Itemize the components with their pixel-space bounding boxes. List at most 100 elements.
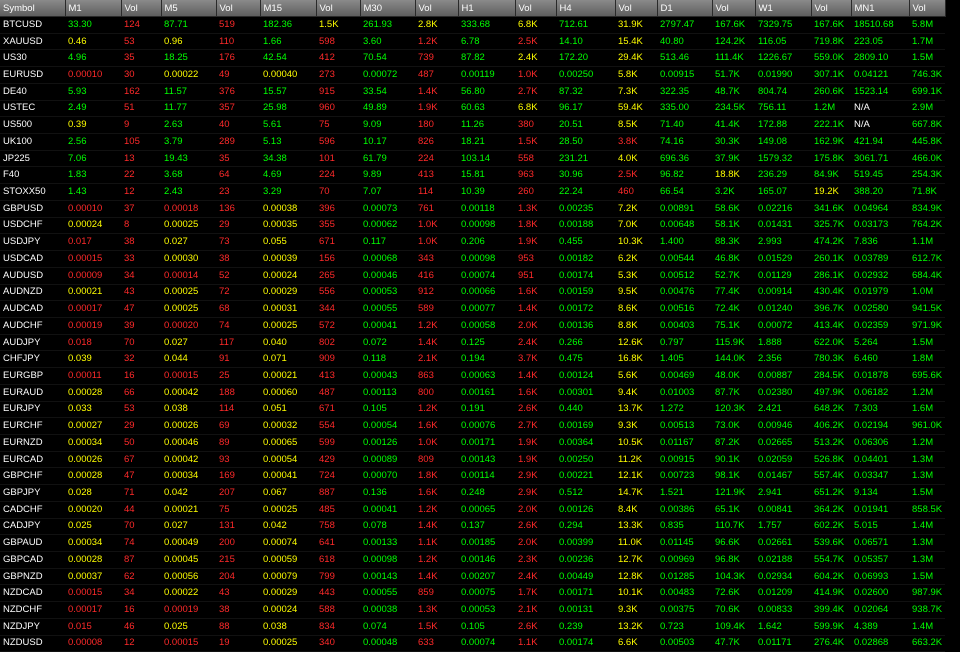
table-row[interactable]: AUDUSD 0.00009 34 0.00014 52 0.00024 265 0.0004… [0, 267, 945, 285]
symbol-cell[interactable]: USDJPY [0, 233, 65, 252]
column-header-6[interactable]: Vol [316, 0, 361, 17]
table-row[interactable]: EURGBP 0.00011 16 0.00015 25 0.00021 413 0.0004… [0, 367, 945, 385]
table-row[interactable]: GBPUSD 0.00010 37 0.00018 136 0.00038 396 0.000… [0, 200, 945, 218]
table-row[interactable]: NZDUSD 0.00008 12 0.00015 19 0.00025 340 0.0004… [0, 635, 945, 652]
table-row[interactable]: AUDNZD 0.00021 43 0.00025 72 0.00029 556 0.0005… [0, 284, 945, 302]
symbol-cell[interactable]: AUDCHF [0, 317, 65, 335]
table-row[interactable]: F40 1.83 22 3.68 64 4.69 224 9.89 413 15.81 963 30.… [0, 166, 945, 185]
symbol-cell[interactable]: US30 [0, 49, 65, 68]
column-header-9[interactable]: H1 [458, 0, 516, 17]
column-header-5[interactable]: M15 [260, 0, 317, 17]
symbol-cell[interactable]: GBPCHF [0, 467, 65, 486]
column-header-1[interactable]: M1 [65, 0, 122, 17]
symbol-cell[interactable]: AUDUSD [0, 267, 65, 285]
table-row[interactable]: EURUSD 0.00010 30 0.00022 49 0.00040 273 0.0007… [0, 66, 945, 84]
table-row[interactable]: DE40 5.93 162 11.57 376 15.57 915 33.54 1.4K 56.8… [0, 83, 945, 101]
symbol-cell[interactable]: EURCAD [0, 451, 65, 469]
column-header-12[interactable]: Vol [615, 0, 658, 17]
symbol-cell[interactable]: JP225 [0, 150, 65, 168]
symbol-cell[interactable]: CHFJPY [0, 350, 65, 369]
symbol-cell[interactable]: XAUUSD [0, 33, 65, 51]
symbol-cell[interactable]: GBPAUD [0, 534, 65, 552]
column-header-8[interactable]: Vol [415, 0, 459, 17]
volume-cell: 8.5K [615, 116, 657, 135]
symbol-cell[interactable]: EURCHF [0, 417, 65, 435]
symbol-cell[interactable]: USDCHF [0, 217, 65, 235]
table-row[interactable]: NZDCAD 0.00015 34 0.00022 43 0.00029 443 0.0005… [0, 584, 945, 603]
volume-cell: 800 [415, 384, 458, 402]
table-row[interactable]: US30 4.96 35 18.25 176 42.54 412 70.54 739 87.82 2… [0, 49, 945, 68]
symbol-cell[interactable]: NZDUSD [0, 635, 65, 652]
symbol-cell[interactable]: EURGBP [0, 367, 65, 385]
column-header-17[interactable]: MN1 [851, 0, 910, 17]
table-row[interactable]: BTCUSD 33.30 124 87.71 519 182.36 1.5K 261.93 2.… [0, 16, 945, 34]
symbol-cell[interactable]: AUDJPY [0, 334, 65, 352]
symbol-cell[interactable]: AUDNZD [0, 284, 65, 302]
column-header-0[interactable]: Symbol [0, 0, 66, 17]
table-row[interactable]: USDCHF 0.00024 8 0.00025 29 0.00035 355 0.00062… [0, 217, 945, 235]
symbol-cell[interactable]: USTEC [0, 100, 65, 118]
symbol-cell[interactable]: CADCHF [0, 501, 65, 519]
table-row[interactable]: USDCAD 0.00015 33 0.00030 38 0.00039 156 0.0006… [0, 250, 945, 268]
table-row[interactable]: STOXX50 1.43 12 2.43 23 3.29 70 7.07 114 10.39 260… [0, 183, 945, 201]
table-row[interactable]: EURNZD 0.00034 50 0.00046 89 0.00065 599 0.0012… [0, 434, 945, 452]
table-row[interactable]: AUDCAD 0.00017 47 0.00025 68 0.00031 344 0.0005… [0, 300, 945, 318]
table-row[interactable]: EURAUD 0.00028 66 0.00042 188 0.00060 487 0.001… [0, 384, 945, 402]
symbol-cell[interactable]: EURJPY [0, 401, 65, 419]
symbol-cell[interactable]: F40 [0, 166, 65, 185]
column-header-11[interactable]: H4 [556, 0, 616, 17]
symbol-cell[interactable]: EURNZD [0, 434, 65, 452]
table-row[interactable]: EURCHF 0.00027 29 0.00026 69 0.00032 554 0.0005… [0, 417, 945, 435]
column-header-10[interactable]: Vol [515, 0, 557, 17]
table-row[interactable]: EURJPY 0.033 53 0.038 114 0.051 671 0.105 1.2K 0.… [0, 401, 945, 419]
column-header-16[interactable]: Vol [811, 0, 852, 17]
column-header-18[interactable]: Vol [909, 0, 946, 17]
table-row[interactable]: NZDCHF 0.00017 16 0.00019 38 0.00024 588 0.0003… [0, 601, 945, 619]
column-header-14[interactable]: Vol [712, 0, 756, 17]
table-row[interactable]: NZDJPY 0.015 46 0.025 88 0.038 834 0.074 1.5K 0.1… [0, 618, 945, 636]
table-row[interactable]: XAUUSD 0.46 53 0.96 110 1.66 598 3.60 1.2K 6.78 2.… [0, 33, 945, 51]
table-row[interactable]: GBPCHF 0.00028 47 0.00034 169 0.00041 724 0.000… [0, 467, 945, 486]
table-row[interactable]: CADCHF 0.00020 44 0.00021 75 0.00025 485 0.0004… [0, 501, 945, 519]
table-row[interactable]: USDJPY 0.017 38 0.027 73 0.055 671 0.117 1.0K 0.2… [0, 233, 945, 252]
table-row[interactable]: AUDJPY 0.018 70 0.027 117 0.040 802 0.072 1.4K 0.… [0, 334, 945, 352]
symbol-cell[interactable]: GBPUSD [0, 200, 65, 218]
symbol-cell[interactable]: DE40 [0, 83, 65, 101]
volume-cell: 48.0K [712, 367, 755, 385]
range-cell: 0.055 [260, 233, 316, 252]
symbol-cell[interactable]: STOXX50 [0, 183, 65, 201]
table-row[interactable]: US500 0.39 9 2.63 40 5.61 75 9.09 180 11.26 380 20.… [0, 116, 945, 135]
table-row[interactable]: UK100 2.56 105 3.79 289 5.13 596 10.17 826 18.21 1… [0, 133, 945, 151]
table-row[interactable]: GBPAUD 0.00034 74 0.00049 200 0.00074 641 0.001… [0, 534, 945, 552]
symbol-cell[interactable]: US500 [0, 116, 65, 135]
symbol-cell[interactable]: UK100 [0, 133, 65, 151]
column-header-15[interactable]: W1 [755, 0, 812, 17]
symbol-cell[interactable]: NZDCAD [0, 584, 65, 603]
symbol-cell[interactable]: CADJPY [0, 518, 65, 536]
symbol-cell[interactable]: GBPCAD [0, 551, 65, 569]
symbol-cell[interactable]: GBPJPY [0, 484, 65, 502]
column-header-13[interactable]: D1 [657, 0, 713, 17]
table-row[interactable]: JP225 7.06 13 19.43 35 34.38 101 61.79 224 103.14… [0, 150, 945, 168]
range-cell: 0.02934 [755, 568, 811, 586]
table-row[interactable]: AUDCHF 0.00019 39 0.00020 74 0.00025 572 0.0004… [0, 317, 945, 335]
column-header-2[interactable]: Vol [121, 0, 162, 17]
table-row[interactable]: CHFJPY 0.039 32 0.044 91 0.071 909 0.118 2.1K 0.1… [0, 350, 945, 369]
symbol-cell[interactable]: USDCAD [0, 250, 65, 268]
table-row[interactable]: GBPCAD 0.00028 87 0.00045 215 0.00059 618 0.000… [0, 551, 945, 569]
table-row[interactable]: GBPNZD 0.00037 62 0.00056 204 0.00079 799 0.001… [0, 568, 945, 586]
column-header-7[interactable]: M30 [360, 0, 416, 17]
symbol-cell[interactable]: NZDCHF [0, 601, 65, 619]
symbol-cell[interactable]: EURAUD [0, 384, 65, 402]
symbol-cell[interactable]: GBPNZD [0, 568, 65, 586]
table-row[interactable]: GBPJPY 0.028 71 0.042 207 0.067 887 0.136 1.6K 0.… [0, 484, 945, 502]
symbol-cell[interactable]: AUDCAD [0, 300, 65, 318]
symbol-cell[interactable]: NZDJPY [0, 618, 65, 636]
table-row[interactable]: USTEC 2.49 51 11.77 357 25.98 960 49.89 1.9K 60.6… [0, 100, 945, 118]
table-row[interactable]: CADJPY 0.025 70 0.027 131 0.042 758 0.078 1.4K 0.… [0, 518, 945, 536]
column-header-3[interactable]: M5 [161, 0, 217, 17]
column-header-4[interactable]: Vol [216, 0, 261, 17]
symbol-cell[interactable]: EURUSD [0, 66, 65, 84]
symbol-cell[interactable]: BTCUSD [0, 16, 65, 34]
table-row[interactable]: EURCAD 0.00026 67 0.00042 93 0.00054 429 0.0008… [0, 451, 945, 469]
